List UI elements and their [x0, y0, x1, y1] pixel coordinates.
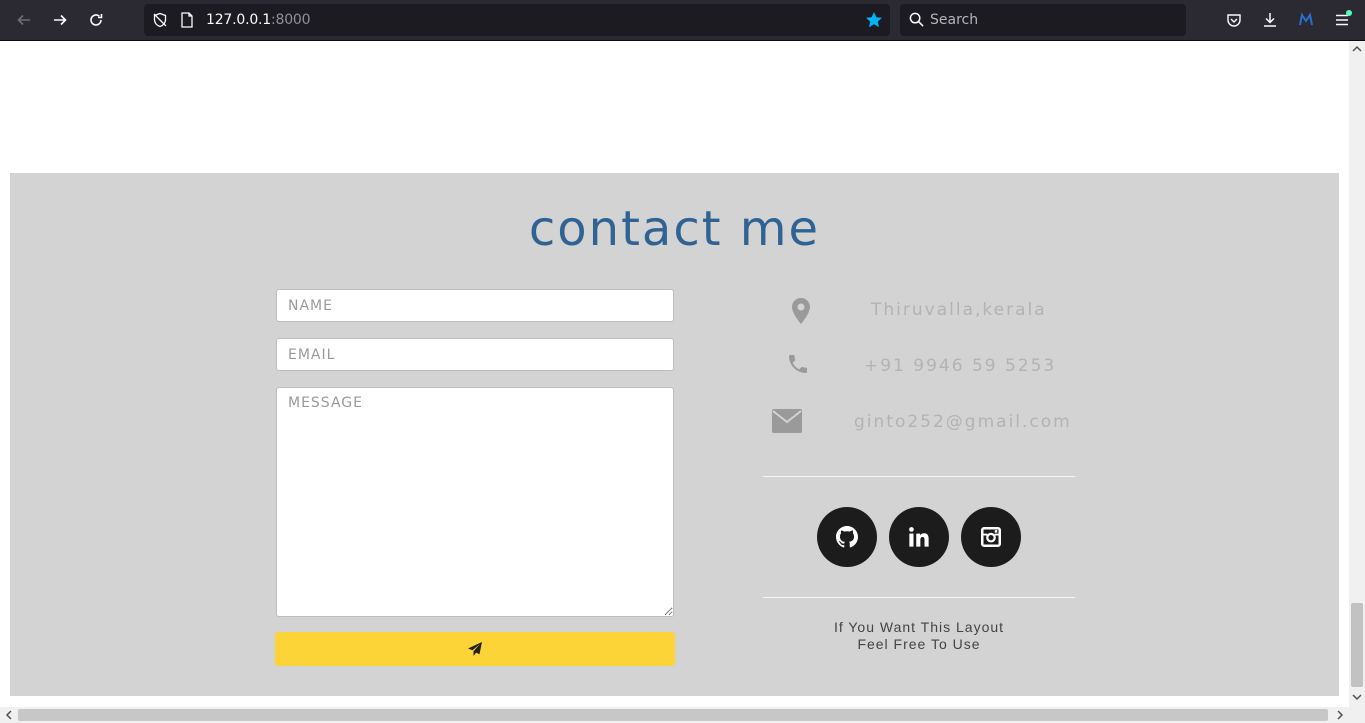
page-viewport: contact me Thiruvalla,kerala +91 9946 59… — [0, 41, 1349, 707]
phone-row: +91 9946 59 5253 — [762, 347, 1076, 387]
scroll-up-arrow-icon[interactable] — [1351, 43, 1363, 55]
email-input[interactable] — [276, 338, 674, 371]
scroll-right-arrow-icon[interactable] — [1334, 709, 1346, 721]
url-text[interactable]: 127.0.0.1:8000 — [206, 12, 311, 28]
phone-text: +91 9946 59 5253 — [864, 356, 1057, 376]
update-badge-icon — [1346, 10, 1352, 16]
horizontal-scrollbar[interactable] — [0, 707, 1349, 723]
horizontal-scroll-thumb[interactable] — [18, 709, 1328, 721]
divider-top — [763, 476, 1075, 477]
github-button[interactable] — [817, 507, 877, 567]
back-button[interactable] — [12, 8, 36, 32]
footer-line-1: If You Want This Layout — [833, 619, 1005, 635]
reload-button[interactable] — [84, 8, 108, 32]
arrow-right-icon — [54, 14, 67, 26]
search-placeholder: Search — [930, 12, 979, 28]
search-bar[interactable]: Search — [900, 4, 1186, 36]
scroll-down-arrow-icon[interactable] — [1351, 691, 1363, 703]
divider-bottom — [763, 597, 1075, 598]
github-icon — [836, 526, 858, 548]
instagram-button[interactable] — [961, 507, 1021, 567]
download-icon — [1264, 13, 1276, 27]
envelope-icon — [772, 409, 802, 433]
email-text: ginto252@gmail.com — [854, 412, 1072, 432]
paper-plane-icon — [468, 642, 482, 656]
contact-title: contact me — [528, 201, 821, 257]
phone-icon — [786, 352, 810, 376]
name-input[interactable] — [276, 289, 674, 322]
linkedin-icon — [909, 527, 929, 547]
page-info-icon[interactable] — [180, 12, 194, 28]
browser-toolbar: 127.0.0.1:8000 Search — [0, 0, 1365, 41]
bookmark-star-icon[interactable] — [865, 11, 883, 29]
scroll-left-arrow-icon[interactable] — [3, 709, 15, 721]
contact-section: contact me Thiruvalla,kerala +91 9946 59… — [10, 173, 1339, 696]
reload-icon — [90, 14, 103, 26]
forward-button[interactable] — [48, 8, 72, 32]
map-marker-icon — [792, 297, 810, 325]
url-port: :8000 — [271, 12, 311, 28]
scrollbar-corner — [1349, 707, 1365, 723]
url-host: 127.0.0.1 — [206, 12, 271, 28]
arrow-left-icon — [17, 14, 30, 26]
search-icon — [909, 12, 924, 27]
downloads-button[interactable] — [1258, 8, 1282, 32]
url-bar[interactable]: 127.0.0.1:8000 — [144, 4, 890, 36]
instagram-icon — [981, 527, 1001, 547]
message-textarea[interactable] — [276, 387, 674, 617]
linkedin-button[interactable] — [889, 507, 949, 567]
email-row: ginto252@gmail.com — [762, 403, 1076, 443]
send-button[interactable] — [275, 632, 675, 666]
menu-button[interactable] — [1330, 8, 1354, 32]
vertical-scroll-thumb[interactable] — [1351, 603, 1363, 687]
vertical-scrollbar[interactable] — [1349, 41, 1365, 707]
tracking-protection-icon[interactable] — [152, 12, 168, 28]
location-row: Thiruvalla,kerala — [762, 291, 1076, 331]
extension-logo-icon — [1299, 12, 1313, 26]
footer-line-2: Feel Free To Use — [857, 636, 981, 652]
pocket-icon — [1227, 14, 1241, 27]
location-text: Thiruvalla,kerala — [871, 300, 1047, 320]
extension-button[interactable] — [1294, 8, 1318, 32]
pocket-button[interactable] — [1222, 8, 1246, 32]
